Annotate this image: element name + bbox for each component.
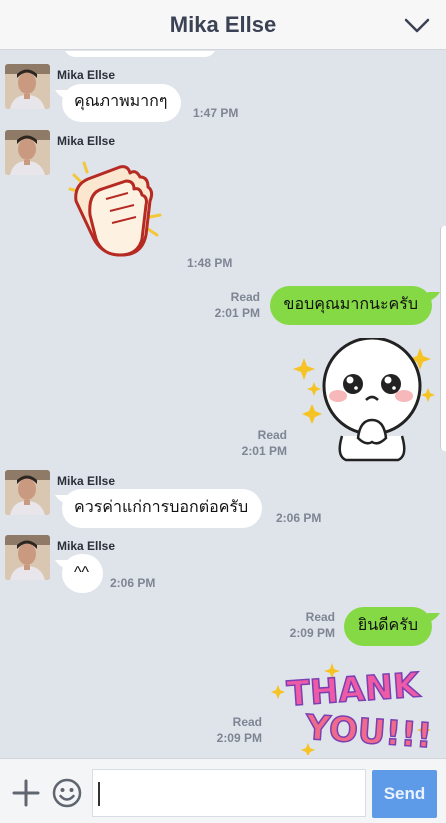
text-caret	[98, 782, 100, 806]
sender-name: Mika Ellse	[57, 539, 116, 553]
avatar[interactable]	[5, 64, 50, 109]
message-time: 2:09 PM	[289, 626, 335, 640]
outgoing-message[interactable]: ขอบคุณมากนะครับ	[269, 286, 432, 325]
incoming-message[interactable]: ควรค่าแก่การบอกต่อครับ	[62, 489, 263, 528]
sender-name: Mika Ellse	[57, 134, 116, 148]
message-input[interactable]	[92, 769, 366, 817]
emoji-icon[interactable]	[52, 778, 82, 808]
message-time: 2:06 PM	[276, 511, 322, 525]
thank-you-sticker[interactable]: THANK YOU!!!	[268, 659, 436, 755]
sender-name: Mika Ellse	[57, 474, 116, 488]
message-text: ยินดีครับ	[357, 617, 418, 634]
message-time: 2:06 PM	[110, 576, 156, 590]
incoming-message[interactable]: คุณภาพมากๆ	[62, 84, 182, 122]
sender-name: Mika Ellse	[57, 68, 116, 82]
message-time: 2:01 PM	[241, 444, 287, 458]
message-text: ควรค่าแก่การบอกต่อครับ	[74, 499, 249, 516]
message-text: ขอบคุณมากนะครับ	[283, 296, 418, 313]
sticker-text-you: YOU!!!	[303, 708, 433, 755]
message-time: 1:48 PM	[187, 256, 233, 270]
message-meta: Read 2:09 PM	[217, 714, 262, 746]
outgoing-message[interactable]: ยินดีครับ	[343, 607, 432, 646]
message-time: 2:01 PM	[214, 306, 260, 320]
incoming-message[interactable]: ^^	[62, 554, 104, 593]
message-text: คุณภาพมากๆ	[74, 93, 168, 110]
avatar[interactable]	[5, 535, 50, 580]
chevron-down-icon[interactable]	[404, 14, 430, 36]
read-receipt: Read	[305, 610, 335, 624]
message-meta: Read 2:01 PM	[215, 289, 260, 321]
chat-title: Mika Ellse	[169, 12, 277, 37]
message-time: 2:09 PM	[216, 731, 262, 745]
send-button[interactable]: Send	[372, 770, 437, 818]
message-time: 1:47 PM	[193, 106, 239, 120]
clapping-hands-sticker[interactable]	[62, 155, 172, 265]
message-meta: Read 2:09 PM	[290, 609, 335, 641]
previous-message-edge	[64, 51, 216, 57]
read-receipt: Read	[257, 428, 287, 442]
read-receipt: Read	[232, 715, 262, 729]
chat-messages[interactable]: Mika Ellse คุณภาพมากๆ 1:47 PM Mika Ellse…	[0, 51, 446, 758]
avatar[interactable]	[5, 130, 50, 175]
message-meta: Read 2:01 PM	[242, 427, 287, 459]
message-input-bar: Send	[0, 758, 446, 823]
message-text: ^^	[74, 564, 90, 581]
chat-header: Mika Ellse	[0, 0, 446, 50]
scrollbar-handle[interactable]	[440, 226, 446, 451]
moon-face-sticker[interactable]	[290, 338, 440, 463]
plus-icon[interactable]	[12, 779, 40, 807]
read-receipt: Read	[230, 290, 260, 304]
avatar[interactable]	[5, 470, 50, 515]
